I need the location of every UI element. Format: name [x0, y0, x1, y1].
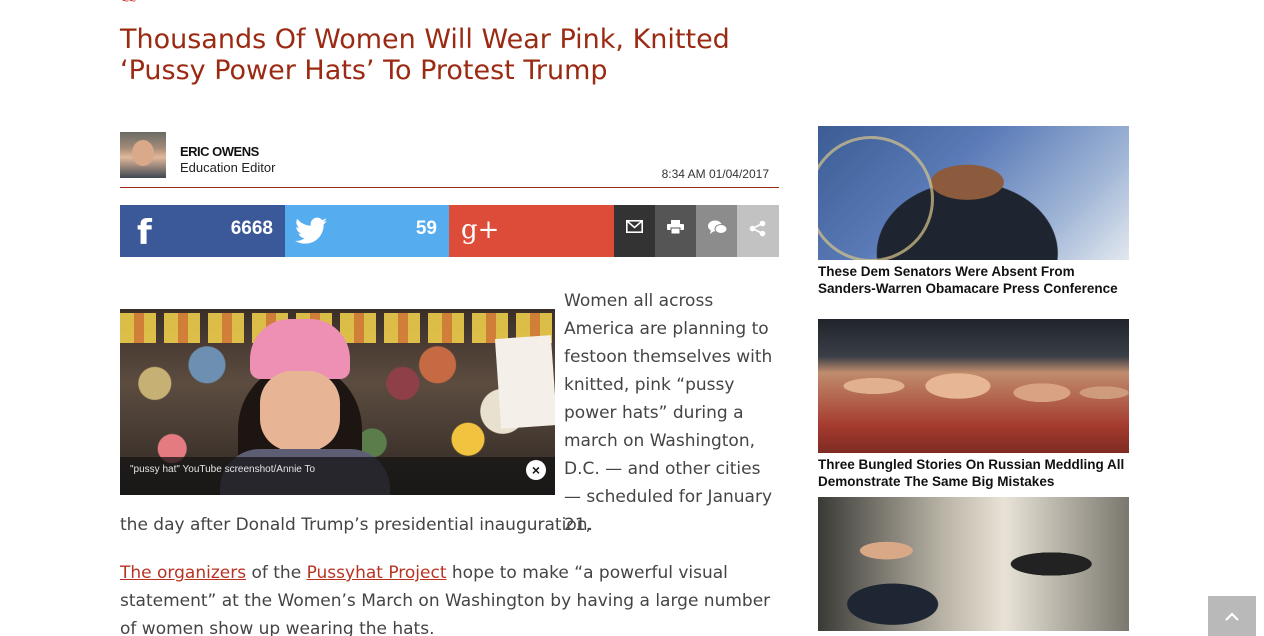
press-room-seal [818, 136, 934, 260]
email-icon [626, 220, 643, 233]
email-share-button[interactable] [614, 205, 655, 257]
article-page: ~~ Thousands Of Women Will Wear Pink, Kn… [0, 0, 1264, 636]
pink-knit-hat [250, 319, 350, 379]
chevron-up-icon [1225, 612, 1239, 621]
share-bar: f 6668 59 g+ [120, 205, 779, 257]
comments-button[interactable] [696, 205, 737, 257]
twitter-icon [295, 217, 327, 245]
author-avatar[interactable] [120, 132, 166, 178]
author-face [132, 140, 154, 166]
scroll-to-top-button[interactable] [1208, 596, 1256, 636]
google-plus-share-button[interactable]: g+ [449, 205, 614, 257]
article-paragraph-1: Women all across America are planning to… [564, 291, 773, 535]
woman-face [260, 371, 340, 451]
close-icon[interactable]: × [526, 460, 546, 480]
facebook-share-count: 6668 [230, 218, 273, 239]
publish-timestamp: 8:34 AM 01/04/2017 [661, 167, 769, 181]
sidebar-story-2[interactable]: Three Bungled Stories On Russian Meddlin… [818, 319, 1129, 490]
organizers-link[interactable]: The organizers [120, 563, 246, 583]
sidebar-story-2-title[interactable]: Three Bungled Stories On Russian Meddlin… [818, 456, 1129, 490]
logo-fragment: ~~ [122, 0, 137, 8]
sidebar-story-2-image[interactable] [818, 319, 1129, 453]
sidebar-story-1-title[interactable]: These Dem Senators Were Absent From Sand… [818, 263, 1129, 297]
print-icon [667, 220, 684, 234]
sidebar-story-3-image[interactable] [818, 497, 1129, 631]
image-caption-bar [120, 457, 555, 495]
author-title: Education Editor [180, 160, 276, 175]
facebook-icon: f [137, 213, 152, 253]
pussyhat-project-link[interactable]: Pussyhat Project [307, 563, 447, 583]
greeting-card [494, 335, 555, 429]
paragraph-2-text-a: of the [246, 563, 307, 583]
image-caption: "pussy hat" YouTube screenshot/Annie To [130, 464, 316, 475]
twitter-share-count: 59 [415, 218, 437, 239]
comment-icon [708, 220, 727, 235]
twitter-share-button[interactable]: 59 [285, 205, 449, 257]
article-paragraph-2: The organizers of the Pussyhat Project h… [120, 559, 780, 636]
more-share-button[interactable] [737, 205, 779, 257]
sidebar-story-3[interactable] [818, 497, 1129, 631]
sidebar-story-1[interactable]: These Dem Senators Were Absent From Sand… [818, 126, 1129, 297]
share-icon [749, 220, 766, 237]
article-headline: Thousands Of Women Will Wear Pink, Knitt… [120, 24, 730, 86]
facebook-share-button[interactable]: f 6668 [120, 205, 285, 257]
article-paragraph-1-continued: the day after Donald Trump’s presidentia… [120, 515, 593, 535]
sidebar-story-1-image[interactable] [818, 126, 1129, 260]
author-name[interactable]: ERIC OWENS [180, 144, 259, 159]
byline-divider [120, 187, 779, 188]
print-button[interactable] [655, 205, 696, 257]
article-image[interactable]: "pussy hat" YouTube screenshot/Annie To … [120, 309, 555, 495]
google-plus-icon: g+ [461, 215, 500, 245]
byline: ERIC OWENS Education Editor 8:34 AM 01/0… [120, 132, 779, 188]
